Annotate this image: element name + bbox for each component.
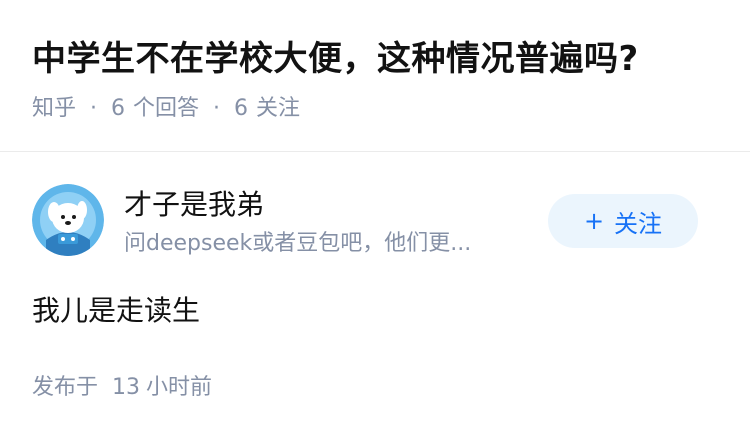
- answer-time[interactable]: 发布于 13 小时前: [32, 372, 212, 404]
- published-prefix: 发布于: [32, 375, 99, 400]
- question-meta: 知乎 · 6 个回答 · 6 关注: [32, 93, 300, 125]
- published-number: 13: [112, 375, 141, 400]
- plus-icon: +: [583, 207, 605, 235]
- meta-separator: ·: [90, 96, 98, 121]
- astronaut-avatar-icon: [32, 184, 104, 256]
- answer-count-label[interactable]: 个回答: [133, 93, 199, 125]
- answer-author: 才子是我弟 问deepseek或者豆包吧，他们更... + 关注: [32, 184, 718, 260]
- author-name[interactable]: 才子是我弟: [124, 186, 264, 224]
- follow-button-label: 关注: [614, 209, 663, 238]
- avatar[interactable]: [32, 184, 104, 256]
- follower-count-label[interactable]: 关注: [256, 93, 300, 125]
- follow-button[interactable]: + 关注: [548, 194, 698, 248]
- answer-content[interactable]: 我儿是走读生: [32, 292, 200, 330]
- question-title[interactable]: 中学生不在学校大便，这种情况普遍吗?: [32, 36, 639, 82]
- site-name[interactable]: 知乎: [32, 93, 76, 125]
- meta-separator: ·: [213, 96, 221, 121]
- author-headline: 问deepseek或者豆包吧，他们更...: [124, 231, 472, 256]
- follower-count[interactable]: 6: [234, 93, 248, 125]
- published-suffix: 小时前: [146, 375, 213, 400]
- question-header: 中学生不在学校大便，这种情况普遍吗? 知乎 · 6 个回答 · 6 关注: [0, 0, 750, 152]
- answer-count[interactable]: 6: [111, 93, 125, 125]
